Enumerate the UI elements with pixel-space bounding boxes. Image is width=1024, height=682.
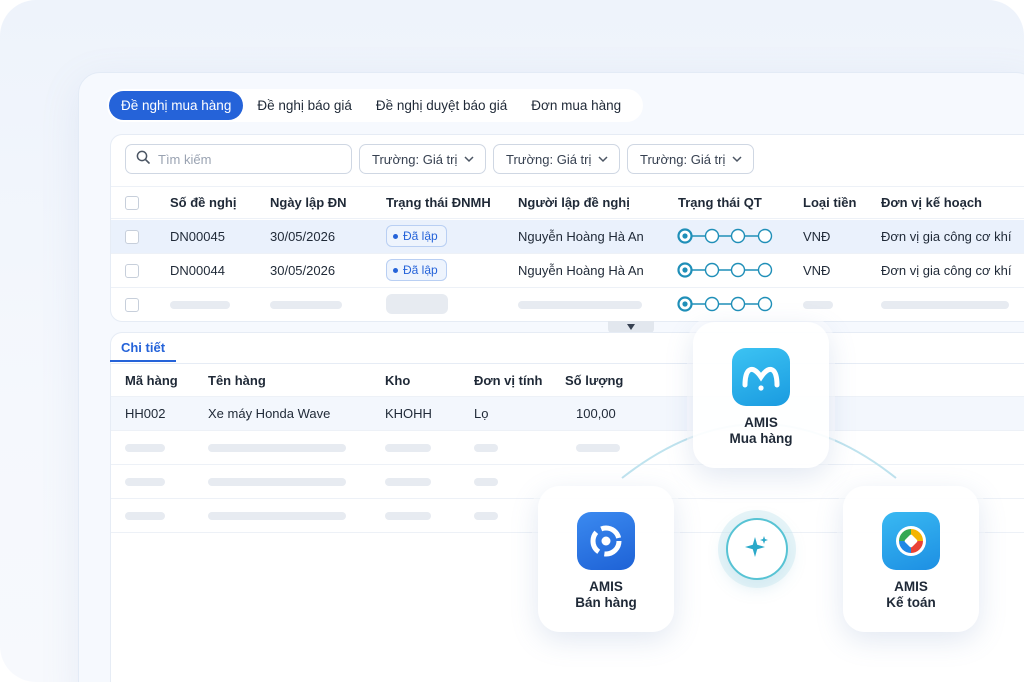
app-name-mua-hang: AMIS Mua hàng <box>729 415 793 446</box>
column-header-don-vi-tinh[interactable]: Đơn vị tính <box>474 373 542 388</box>
column-header-trang-thai-dnmh[interactable]: Trạng thái ĐNMH <box>386 195 491 210</box>
cell-ngay-lap: 30/05/2026 <box>270 263 336 278</box>
skeleton-bar <box>125 512 165 520</box>
tab-de-nghi-bao-gia[interactable]: Đề nghị báo giá <box>247 91 362 120</box>
cell-ma-hang: HH002 <box>125 406 166 421</box>
column-header-ngay-lap[interactable]: Ngày lập ĐN <box>270 195 347 210</box>
skeleton-bar <box>385 512 431 520</box>
cell-loai-tien: VNĐ <box>803 263 831 278</box>
divider <box>111 363 1024 364</box>
cell-don-vi: Đơn vị gia công cơ khí <box>881 229 1012 244</box>
row-checkbox[interactable] <box>125 230 139 244</box>
column-header-ma-hang[interactable]: Mã hàng <box>125 373 178 388</box>
cell-ngay-lap: 30/05/2026 <box>270 229 336 244</box>
amis-mua-hang-icon <box>732 348 790 406</box>
skeleton-bar <box>208 444 346 452</box>
filter-value: Giá trị <box>690 151 726 167</box>
cell-don-vi: Đơn vị gia công cơ khí <box>881 263 1012 278</box>
filter-field-label: Trường: <box>506 151 554 167</box>
skeleton-bar <box>518 301 642 309</box>
app-card-mua-hang[interactable]: AMIS Mua hàng <box>693 322 829 468</box>
column-header-trang-thai-qt[interactable]: Trạng thái QT <box>678 195 762 210</box>
cell-so-de-nghi: DN00045 <box>170 229 225 244</box>
tab-de-nghi-mua-hang[interactable]: Đề nghị mua hàng <box>109 91 244 120</box>
app-card-ke-toan[interactable]: AMIS Kế toán <box>843 486 979 632</box>
skeleton-bar <box>208 512 346 520</box>
chevron-down-icon <box>463 153 475 168</box>
app-name-ban-hang: AMIS Bán hàng <box>575 579 637 610</box>
column-header-nguoi-lap[interactable]: Người lập đề nghị <box>518 195 630 210</box>
integration-hub <box>726 518 788 580</box>
skeleton-bar <box>474 444 498 452</box>
app-name-ke-toan: AMIS Kế toán <box>886 579 936 610</box>
column-header-so-luong[interactable]: Số lượng <box>565 373 623 388</box>
cell-don-vi-tinh: Lọ <box>474 406 489 421</box>
status-badge: Đã lập <box>386 225 447 247</box>
cell-so-de-nghi: DN00044 <box>170 263 225 278</box>
process-stepper-icon <box>677 228 773 244</box>
filter-value: Giá trị <box>556 151 592 167</box>
skeleton-badge <box>386 294 448 314</box>
cell-ten-hang: Xe máy Honda Wave <box>208 406 331 421</box>
sparkle-icon <box>743 533 771 566</box>
tab-chi-tiet[interactable]: Chi tiết <box>110 340 176 362</box>
filter-dropdown-3[interactable]: Trường: Giá trị <box>627 144 754 174</box>
chevron-down-icon <box>731 153 743 168</box>
select-all-checkbox[interactable] <box>125 196 139 210</box>
filter-field-label: Trường: <box>640 151 688 167</box>
skeleton-bar <box>208 478 346 486</box>
cell-nguoi-lap: Nguyễn Hoàng Hà An <box>518 263 644 278</box>
process-stepper-icon <box>677 262 773 278</box>
tab-de-nghi-duyet-bao-gia[interactable]: Đề nghị duyệt báo giá <box>366 91 517 120</box>
column-header-so-de-nghi[interactable]: Số đề nghị <box>170 195 236 210</box>
row-checkbox[interactable] <box>125 298 139 312</box>
column-header-loai-tien[interactable]: Loại tiền <box>803 195 856 210</box>
search-input[interactable]: Tìm kiếm <box>125 144 352 174</box>
tab-bar: Đề nghị mua hàng Đề nghị báo giá Đề nghị… <box>107 89 644 122</box>
skeleton-bar <box>474 478 498 486</box>
search-placeholder: Tìm kiếm <box>158 151 212 167</box>
cell-nguoi-lap: Nguyễn Hoàng Hà An <box>518 229 644 244</box>
skeleton-bar <box>170 301 230 309</box>
app-card-ban-hang[interactable]: AMIS Bán hàng <box>538 486 674 632</box>
amis-ban-hang-icon <box>577 512 635 570</box>
cell-loai-tien: VNĐ <box>803 229 831 244</box>
skeleton-bar <box>270 301 342 309</box>
column-header-kho[interactable]: Kho <box>385 373 410 388</box>
tab-don-mua-hang[interactable]: Đơn mua hàng <box>521 91 631 120</box>
skeleton-bar <box>474 512 498 520</box>
chevron-down-icon <box>597 153 609 168</box>
column-header-ten-hang[interactable]: Tên hàng <box>208 373 266 388</box>
skeleton-bar <box>125 478 165 486</box>
filter-field-label: Trường: <box>372 151 420 167</box>
skeleton-bar <box>803 301 833 309</box>
skeleton-bar <box>385 478 431 486</box>
filter-value: Giá trị <box>422 151 458 167</box>
skeleton-bar <box>125 444 165 452</box>
process-stepper-icon <box>677 296 773 312</box>
column-header-don-vi[interactable]: Đơn vị kế hoạch <box>881 195 982 210</box>
cell-kho: KHOHH <box>385 406 432 421</box>
skeleton-bar <box>385 444 431 452</box>
amis-ke-toan-icon <box>882 512 940 570</box>
filter-dropdown-1[interactable]: Trường: Giá trị <box>359 144 486 174</box>
row-checkbox[interactable] <box>125 264 139 278</box>
search-icon <box>136 150 150 169</box>
status-badge: Đã lập <box>386 259 447 281</box>
filter-dropdown-2[interactable]: Trường: Giá trị <box>493 144 620 174</box>
skeleton-bar <box>881 301 1009 309</box>
